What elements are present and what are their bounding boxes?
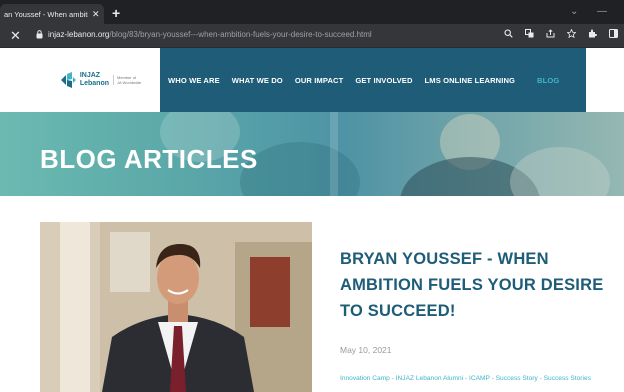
tab-search-icon[interactable]: ⌄ xyxy=(570,6,578,17)
translate-icon[interactable] xyxy=(525,29,534,38)
url-host: injaz-lebanon.org xyxy=(48,30,110,39)
minimize-button[interactable]: — xyxy=(597,6,607,17)
tab-close-icon[interactable]: ✕ xyxy=(92,9,100,20)
search-icon[interactable] xyxy=(504,29,513,38)
tab-title: an Youssef - When ambition f xyxy=(4,9,88,19)
article-title[interactable]: BRYAN YOUSSEF - WHEN AMBITION FUELS YOUR… xyxy=(340,246,610,324)
article-date: May 10, 2021 xyxy=(340,345,392,355)
hero-banner: BLOG ARTICLES xyxy=(0,112,624,196)
injaz-logo-icon xyxy=(60,72,76,88)
nav-our-impact[interactable]: OUR IMPACT xyxy=(295,76,344,85)
nav-what-we-do[interactable]: WHAT WE DO xyxy=(232,76,283,85)
share-icon[interactable] xyxy=(546,29,555,38)
nav-blog[interactable]: BLOG xyxy=(537,76,559,85)
article-photo[interactable] xyxy=(40,222,312,392)
portrait-image xyxy=(40,222,312,392)
nav-lms-online-learning[interactable]: LMS ONLINE LEARNING xyxy=(425,76,516,85)
browser-tab[interactable]: an Youssef - When ambition f ✕ xyxy=(0,4,104,24)
url-field[interactable]: injaz-lebanon.org/blog/83/bryan-youssef-… xyxy=(48,30,372,39)
bookmark-star-icon[interactable] xyxy=(567,29,576,38)
logo-name-line1: INJAZ xyxy=(79,72,101,79)
browser-tab-bar: an Youssef - When ambition f ✕ + ⌄ — xyxy=(0,0,624,24)
stop-loading-icon[interactable]: ✕ xyxy=(10,28,21,44)
new-tab-button[interactable]: + xyxy=(112,5,120,21)
site-header: INJAZ Lebanon Member of JA Worldwide WHO… xyxy=(0,48,624,112)
lock-icon[interactable] xyxy=(36,30,43,39)
main-nav: WHO WE ARE WHAT WE DO OUR IMPACT GET INV… xyxy=(160,48,586,112)
side-panel-icon[interactable] xyxy=(609,29,618,38)
logo-tagline-line2: JA Worldwide xyxy=(117,80,142,85)
nav-who-we-are[interactable]: WHO WE ARE xyxy=(168,76,220,85)
nav-get-involved[interactable]: GET INVOLVED xyxy=(355,76,412,85)
hero-title: BLOG ARTICLES xyxy=(40,144,258,174)
article-tags[interactable]: Innovation Camp - INJAZ Lebanon Alumni -… xyxy=(340,374,600,384)
logo-name-line2: Lebanon xyxy=(79,80,109,87)
browser-address-bar: ✕ injaz-lebanon.org/blog/83/bryan-yousse… xyxy=(0,24,624,48)
url-path: /blog/83/bryan-youssef---when-ambition-f… xyxy=(109,30,372,39)
injaz-logo[interactable]: INJAZ Lebanon Member of JA Worldwide xyxy=(40,48,160,112)
extensions-icon[interactable] xyxy=(588,29,597,38)
